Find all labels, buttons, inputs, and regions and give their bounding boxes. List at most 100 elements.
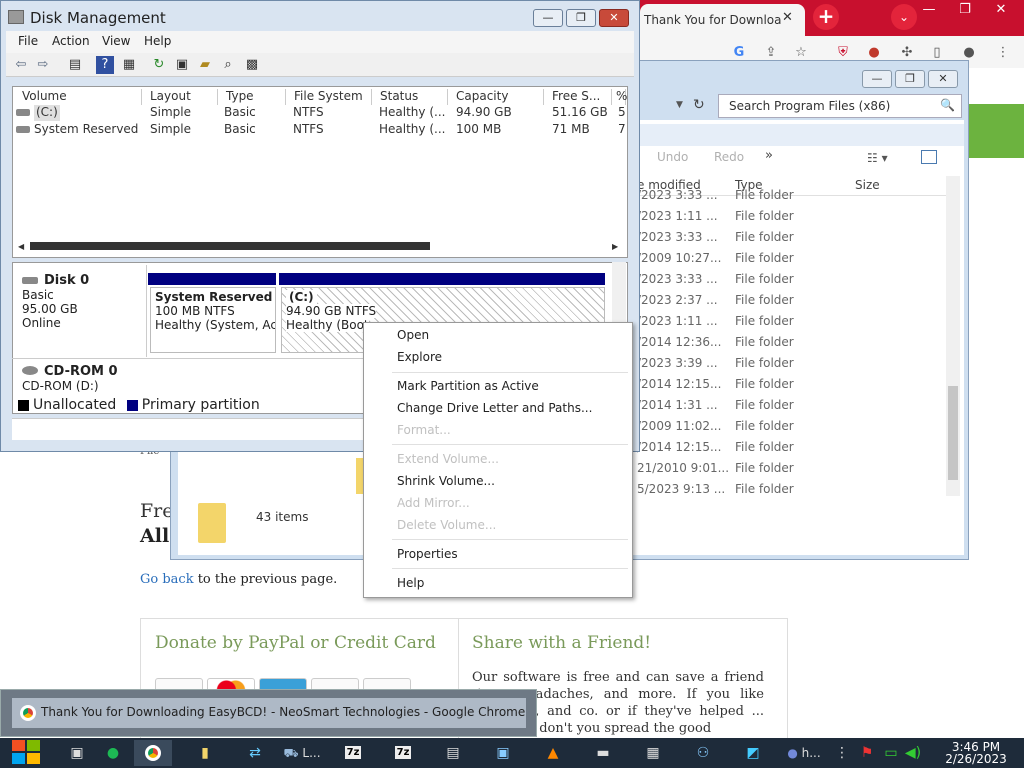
column-free-space[interactable]: Free S... <box>544 89 612 105</box>
taskbar-preview-item[interactable]: Thank You for Downloading EasyBCD! - Neo… <box>12 698 526 728</box>
volume-icon[interactable]: ◀) <box>902 740 924 766</box>
volume-cell-volume[interactable]: (C:) <box>34 105 60 121</box>
printer-icon[interactable]: ▬ <box>584 740 622 766</box>
column-layout[interactable]: Layout <box>142 89 218 105</box>
menu-help[interactable]: Help <box>144 34 171 48</box>
tray-overflow-icon[interactable]: ⋮ <box>832 740 852 766</box>
table-row[interactable]: /2009 10:27... File folder <box>637 251 947 272</box>
table-row[interactable]: /2023 3:39 ... File folder <box>637 356 947 377</box>
menu-view[interactable]: View <box>102 34 130 48</box>
scroll-left-icon[interactable]: ◀ <box>18 242 24 251</box>
table-row[interactable]: /2014 1:31 ... File folder <box>637 398 947 419</box>
tab-close-icon[interactable]: ✕ <box>782 10 793 25</box>
spotify-icon[interactable]: ● <box>94 740 132 766</box>
view-options-icon[interactable]: ☷ ▾ <box>867 151 888 165</box>
explorer-minimize-button[interactable]: — <box>862 70 892 88</box>
volume-cell-type[interactable]: Basic <box>224 122 256 138</box>
go-back-link[interactable]: Go back <box>140 572 194 587</box>
table-row[interactable]: /2014 12:15... File folder <box>637 440 947 461</box>
chrome-maximize-button[interactable]: ❐ <box>946 0 984 22</box>
context-menu-item[interactable]: Change Drive Letter and Paths... <box>397 401 592 415</box>
back-icon[interactable]: ⇦ <box>12 56 30 74</box>
app-icon[interactable]: ◩ <box>734 740 772 766</box>
rescan-icon[interactable]: ▣ <box>173 56 191 74</box>
context-menu-item[interactable]: Help <box>397 576 424 590</box>
volume-cell-pct[interactable]: 5 <box>618 105 626 121</box>
column-percent-free[interactable]: % <box>612 89 627 105</box>
column-volume[interactable]: Volume <box>14 89 142 105</box>
task-l[interactable]: ⛟ L... <box>280 740 324 766</box>
chrome-minimize-button[interactable]: — <box>910 0 948 22</box>
start-button[interactable] <box>12 740 42 766</box>
more-commands-icon[interactable]: » <box>765 148 773 163</box>
context-menu-item[interactable]: Shrink Volume... <box>397 474 495 488</box>
maximize-button[interactable]: ❐ <box>566 9 596 27</box>
disk-0-info[interactable]: Disk 0 Basic 95.00 GB Online <box>22 273 89 330</box>
table-row[interactable]: /2014 12:15... File folder <box>637 377 947 398</box>
context-menu-item[interactable]: Open <box>397 328 429 342</box>
volume-cell-fs[interactable]: NTFS <box>293 122 324 138</box>
search-icon[interactable]: 🔍 <box>940 98 955 112</box>
context-menu-item[interactable]: Properties <box>397 547 458 561</box>
table-row[interactable]: /2023 3:33 ... File folder <box>637 230 947 251</box>
7zip-icon[interactable]: 7z <box>384 740 422 766</box>
volume-cell-status[interactable]: Healthy (... <box>379 105 445 121</box>
vlc-icon[interactable]: ▲ <box>534 740 572 766</box>
new-tab-button[interactable]: + <box>813 4 839 30</box>
explorer-close-button[interactable]: ✕ <box>928 70 958 88</box>
minimize-button[interactable]: — <box>533 9 563 27</box>
volume-cell-free[interactable]: 51.16 GB <box>552 105 608 121</box>
undo-button[interactable]: Undo <box>657 150 688 164</box>
table-row[interactable]: /2023 1:11 ... File folder <box>637 209 947 230</box>
volume-cell-type[interactable]: Basic <box>224 105 256 121</box>
address-dropdown-icon[interactable]: ▼ <box>676 100 683 110</box>
volume-cell-layout[interactable]: Simple <box>150 105 191 121</box>
volume-cell-layout[interactable]: Simple <box>150 122 191 138</box>
close-button[interactable]: ✕ <box>599 9 629 27</box>
table-row[interactable]: /2023 1:11 ... File folder <box>637 314 947 335</box>
column-capacity[interactable]: Capacity <box>448 89 544 105</box>
table-row[interactable]: /2023 3:33 ... File folder <box>637 272 947 293</box>
open-folder-icon[interactable]: ▰ <box>196 56 214 74</box>
7zip-icon[interactable]: 7z <box>334 740 372 766</box>
volume-cell-capacity[interactable]: 94.90 GB <box>456 105 512 121</box>
volume-cell-fs[interactable]: NTFS <box>293 105 324 121</box>
table-row[interactable]: 21/2010 9:01... File folder <box>637 461 947 482</box>
network-icon[interactable]: ⚇ <box>684 740 722 766</box>
column-type[interactable]: Type <box>218 89 286 105</box>
forward-icon[interactable]: ⇨ <box>34 56 52 74</box>
volume-cell-volume[interactable]: System Reserved <box>34 122 138 138</box>
refresh-icon[interactable]: ↻ <box>693 97 705 113</box>
volume-cell-status[interactable]: Healthy (... <box>379 122 445 138</box>
chrome-close-button[interactable]: ✕ <box>982 0 1020 22</box>
context-menu-item[interactable]: Mark Partition as Active <box>397 379 539 393</box>
task-view-icon[interactable]: ▣ <box>58 740 96 766</box>
clock[interactable]: 3:46 PM 2/26/2023 <box>936 741 1016 765</box>
network-app-icon[interactable]: ⇄ <box>236 740 274 766</box>
table-row[interactable]: /2023 2:37 ... File folder <box>637 293 947 314</box>
network-tray-icon[interactable]: ▭ <box>880 740 902 766</box>
properties-icon[interactable]: ▦ <box>120 56 138 74</box>
chrome-menu-icon[interactable]: ⋮ <box>994 44 1012 62</box>
table-row[interactable]: 5/2023 9:13 ... File folder <box>637 482 947 503</box>
menu-action[interactable]: Action <box>52 34 90 48</box>
volume-cell-pct[interactable]: 7 <box>618 122 626 138</box>
show-hide-tree-icon[interactable]: ▤ <box>66 56 84 74</box>
volume-cell-free[interactable]: 71 MB <box>552 122 590 138</box>
table-row[interactable]: /2009 11:02... File folder <box>637 419 947 440</box>
column-status[interactable]: Status <box>372 89 448 105</box>
chrome-tab[interactable]: Thank You for Downloa <box>640 4 805 36</box>
system-reserved-partition[interactable]: System Reserved 100 MB NTFS Healthy (Sys… <box>150 287 276 353</box>
task-h[interactable]: ● h... <box>782 740 826 766</box>
cdrom-0-info[interactable]: CD-ROM 0 CD-ROM (D:) <box>22 364 118 393</box>
horizontal-scroll-thumb[interactable] <box>30 242 430 250</box>
computer-management-icon[interactable]: ▦ <box>634 740 672 766</box>
menu-file[interactable]: File <box>18 34 38 48</box>
window-app-icon[interactable]: ▣ <box>484 740 522 766</box>
chrome-taskbar-icon[interactable] <box>134 740 172 766</box>
volume-cell-capacity[interactable]: 100 MB <box>456 122 501 138</box>
explorer-search-input[interactable]: Search Program Files (x86) <box>718 94 962 118</box>
column-file-system[interactable]: File System <box>286 89 372 105</box>
table-row[interactable]: /2023 3:33 ... File folder <box>637 188 947 209</box>
explorer-scroll-thumb[interactable] <box>948 386 958 480</box>
